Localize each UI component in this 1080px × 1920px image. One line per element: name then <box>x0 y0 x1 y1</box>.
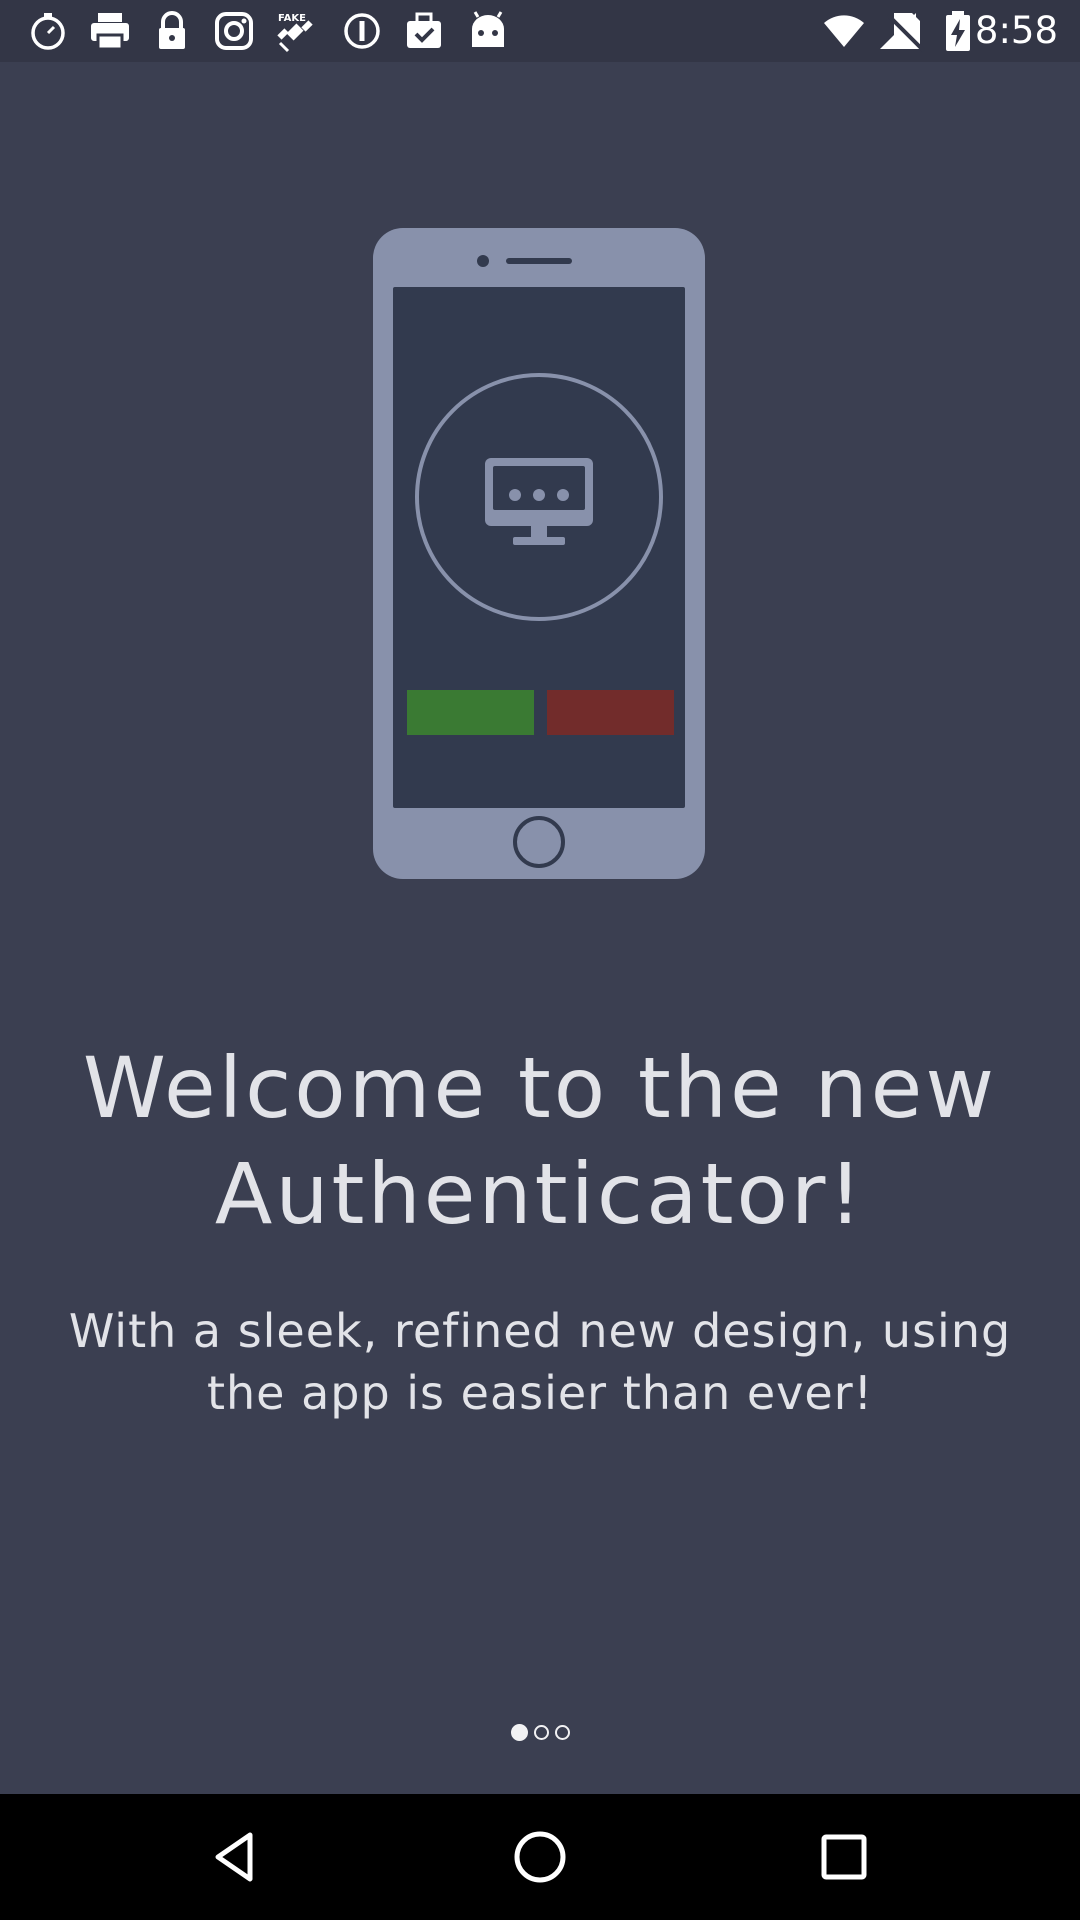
recents-icon[interactable] <box>814 1827 874 1887</box>
no-sim-icon <box>884 9 928 53</box>
home-icon[interactable] <box>510 1827 570 1887</box>
android-icon <box>466 9 510 53</box>
instagram-icon <box>212 9 256 53</box>
printer-icon <box>88 9 132 53</box>
info-icon <box>340 9 384 53</box>
status-bar: FAKE 8:58 <box>0 0 1080 62</box>
task-check-icon <box>402 9 446 53</box>
page-dot-3[interactable] <box>554 1724 570 1740</box>
deny-button-illustration <box>547 690 674 735</box>
status-time: 8:58 <box>974 9 1058 52</box>
page-dot-1[interactable] <box>510 1723 528 1741</box>
page-indicator <box>0 1720 1080 1744</box>
onboarding-screen: FAKE 8:58 Welcome to the new Authenticat… <box>0 0 1080 1920</box>
battery-charging-icon <box>936 9 980 53</box>
welcome-subtitle: With a sleek, refined new design, using … <box>68 1304 1012 1420</box>
fake-gps-icon: FAKE <box>274 9 318 53</box>
navigation-bar <box>0 1794 1080 1920</box>
approve-button-illustration <box>407 690 534 735</box>
back-icon[interactable] <box>206 1827 266 1887</box>
phone-camera <box>477 255 489 267</box>
lock-icon <box>150 9 194 53</box>
phone-illustration-graphic <box>373 228 705 879</box>
svg-text:FAKE: FAKE <box>278 13 306 24</box>
phone-speaker <box>506 258 572 264</box>
wifi-icon <box>822 9 866 53</box>
welcome-title: Welcome to the new Authenticator! <box>82 1039 998 1243</box>
phone-illustration <box>373 228 705 879</box>
stopwatch-icon <box>26 9 70 53</box>
page-dot-2[interactable] <box>533 1724 549 1740</box>
